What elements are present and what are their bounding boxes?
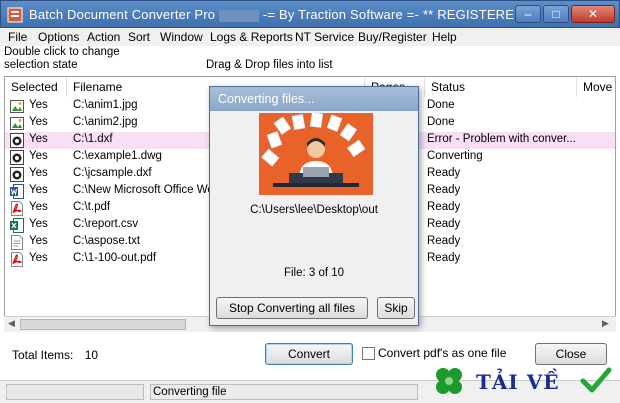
cell-selected: Yes bbox=[29, 201, 48, 213]
cad-file-icon bbox=[10, 167, 24, 182]
close-window-button[interactable]: ✕ bbox=[571, 5, 615, 23]
drag-drop-hint: Drag & Drop files into list bbox=[206, 59, 333, 71]
menu-sort[interactable]: Sort bbox=[128, 30, 150, 44]
output-path: C:\Users\lee\Desktop\out bbox=[250, 204, 378, 216]
checkmark-icon bbox=[580, 367, 612, 393]
total-items: Total Items: 10 bbox=[12, 348, 98, 362]
cell-status: Ready bbox=[427, 252, 461, 264]
cell-selected: Yes bbox=[29, 252, 48, 264]
menu-options[interactable]: Options bbox=[38, 30, 79, 44]
title-bar: Batch Document Converter Pro -= By Tract… bbox=[0, 0, 620, 28]
menu-help[interactable]: Help bbox=[432, 30, 457, 44]
converting-dialog: Converting files... C:\Users\lee\Desktop… bbox=[209, 86, 419, 326]
cell-selected: Yes bbox=[29, 218, 48, 230]
maximize-button[interactable]: □ bbox=[543, 5, 569, 23]
cell-selected: Yes bbox=[29, 150, 48, 162]
cell-status: Ready bbox=[427, 201, 461, 213]
status-message: Converting file bbox=[150, 384, 418, 400]
cell-filename: C:\anim1.jpg bbox=[73, 99, 138, 111]
column-header-move[interactable]: Move T bbox=[577, 77, 615, 97]
cell-status: Converting bbox=[427, 150, 483, 162]
total-items-label: Total Items: bbox=[12, 348, 74, 362]
cell-filename: C:\jcsample.dxf bbox=[73, 167, 152, 179]
cell-selected: Yes bbox=[29, 99, 48, 111]
excel-file-icon bbox=[10, 218, 24, 233]
status-progress-panel bbox=[6, 384, 144, 400]
minimize-button[interactable]: – bbox=[515, 5, 541, 23]
text-file-icon bbox=[11, 235, 23, 250]
image-file-icon bbox=[10, 100, 24, 113]
convert-button[interactable]: Convert bbox=[265, 343, 353, 365]
convert-pdf-as-one-checkbox[interactable] bbox=[362, 347, 375, 360]
watermark-text: TẢI VỀ bbox=[476, 370, 560, 394]
cell-status: Ready bbox=[427, 235, 461, 247]
window-title: Batch Document Converter Pro -= By Tract… bbox=[29, 7, 538, 22]
menu-file[interactable]: File bbox=[8, 30, 27, 44]
image-file-icon bbox=[10, 117, 24, 130]
cell-selected: Yes bbox=[29, 133, 48, 145]
cell-status: Ready bbox=[427, 184, 461, 196]
app-icon[interactable] bbox=[7, 7, 23, 23]
menu-buy-register[interactable]: Buy/Register bbox=[358, 30, 427, 44]
cell-filename: C:\1.dxf bbox=[73, 133, 113, 145]
cell-filename: C:\New Microsoft Office Wor bbox=[73, 184, 218, 196]
word-file-icon bbox=[10, 184, 24, 199]
cell-filename: C:\t.pdf bbox=[73, 201, 111, 213]
cell-selected: Yes bbox=[29, 235, 48, 247]
cad-file-icon bbox=[10, 150, 24, 165]
cell-filename: C:\1-100-out.pdf bbox=[73, 252, 157, 264]
cell-filename: C:\aspose.txt bbox=[73, 235, 141, 247]
menu-window[interactable]: Window bbox=[160, 30, 203, 44]
clover-icon bbox=[436, 368, 462, 394]
stop-converting-button[interactable]: Stop Converting all files bbox=[216, 297, 368, 319]
cell-selected: Yes bbox=[29, 167, 48, 179]
cell-status: Error - Problem with conver... bbox=[427, 133, 576, 145]
cell-status: Done bbox=[427, 99, 455, 111]
menu-bar: File Options Action Sort Window Logs & R… bbox=[0, 28, 620, 46]
cell-selected: Yes bbox=[29, 184, 48, 196]
skip-button[interactable]: Skip bbox=[377, 297, 415, 319]
cad-file-icon bbox=[10, 133, 24, 148]
cell-selected: Yes bbox=[29, 116, 48, 128]
dialog-title: Converting files... bbox=[218, 92, 315, 106]
menu-action[interactable]: Action bbox=[87, 30, 120, 44]
title-suffix: -= By Traction Software =- ** REGISTERED… bbox=[259, 7, 539, 22]
selection-hint: Double click to change selection state bbox=[4, 46, 120, 71]
convert-pdf-as-one-label[interactable]: Convert pdf's as one file bbox=[378, 346, 506, 360]
menu-nt-service[interactable]: NT Service bbox=[295, 30, 354, 44]
column-header-selected[interactable]: Selected bbox=[5, 77, 67, 97]
cell-filename: C:\example1.dwg bbox=[73, 150, 162, 162]
redacted-block bbox=[219, 9, 260, 22]
dialog-title-bar[interactable]: Converting files... bbox=[210, 87, 418, 111]
cell-status: Ready bbox=[427, 218, 461, 230]
cell-filename: C:\anim2.jpg bbox=[73, 116, 138, 128]
scroll-left-icon[interactable]: ◀ bbox=[8, 318, 15, 329]
total-items-value: 10 bbox=[84, 348, 99, 362]
app-name: Batch Document Converter Pro bbox=[29, 7, 216, 22]
menu-logs-reports[interactable]: Logs & Reports bbox=[210, 30, 293, 44]
scrollbar-thumb[interactable] bbox=[20, 319, 186, 330]
scroll-right-icon[interactable]: ▶ bbox=[602, 318, 609, 329]
converting-illustration bbox=[259, 113, 373, 195]
cell-status: Ready bbox=[427, 167, 461, 179]
column-header-status[interactable]: Status bbox=[425, 77, 577, 97]
watermark-logo: TẢI VỀ bbox=[414, 360, 620, 400]
pdf-file-icon bbox=[11, 252, 23, 267]
pdf-file-icon bbox=[11, 201, 23, 216]
cell-status: Done bbox=[427, 116, 455, 128]
cell-filename: C:\report.csv bbox=[73, 218, 139, 230]
file-progress: File: 3 of 10 bbox=[283, 267, 345, 279]
